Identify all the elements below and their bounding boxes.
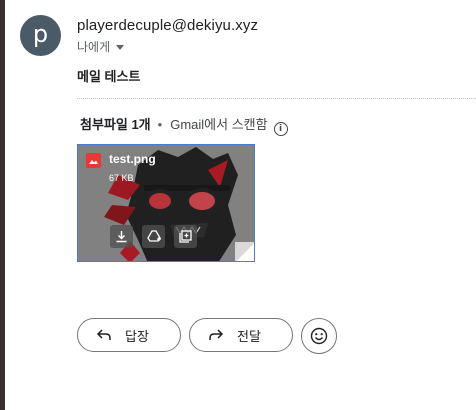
attachment-file-name: test.png bbox=[109, 152, 156, 166]
attachment-card[interactable]: test.png 67 KB bbox=[77, 144, 255, 262]
forward-button[interactable]: 전달 bbox=[189, 318, 293, 352]
recipient-label: 나에게 bbox=[77, 40, 111, 54]
download-button[interactable] bbox=[110, 225, 133, 248]
thumbnail-hover-overlay bbox=[78, 145, 254, 261]
sender-email[interactable]: playerdecuple@dekiyu.xyz bbox=[77, 17, 258, 34]
scan-status: Gmail에서 스캔함 bbox=[170, 117, 268, 132]
reply-button[interactable]: 답장 bbox=[77, 318, 181, 352]
forward-label: 전달 bbox=[237, 328, 261, 344]
attachments-header: 첨부파일 1개 • Gmail에서 스캔함 i bbox=[80, 114, 288, 136]
add-to-photos-icon bbox=[179, 230, 192, 243]
add-to-drive-icon bbox=[146, 230, 161, 242]
image-file-icon bbox=[86, 153, 101, 168]
attachments-divider bbox=[77, 98, 476, 99]
page-corner-fold bbox=[235, 242, 254, 261]
window-edge bbox=[0, 0, 5, 410]
save-to-drive-button[interactable] bbox=[142, 225, 165, 248]
recipient-details-toggle[interactable]: 나에게 bbox=[77, 38, 125, 55]
smiley-icon bbox=[310, 327, 328, 345]
sender-avatar[interactable]: p bbox=[20, 15, 61, 56]
forward-icon bbox=[208, 327, 224, 343]
separator: • bbox=[157, 117, 163, 132]
reply-label: 답장 bbox=[125, 328, 149, 344]
message-body: 메일 테스트 bbox=[77, 69, 141, 84]
emoji-reaction-button[interactable] bbox=[301, 318, 337, 354]
chevron-down-icon[interactable] bbox=[116, 45, 125, 51]
add-to-photos-button[interactable] bbox=[174, 225, 197, 248]
download-icon bbox=[116, 231, 127, 243]
attachment-file-size: 67 KB bbox=[109, 173, 134, 183]
attachment-count: 첨부파일 1개 bbox=[80, 117, 151, 132]
info-icon[interactable]: i bbox=[273, 122, 288, 136]
reply-icon bbox=[96, 327, 112, 343]
